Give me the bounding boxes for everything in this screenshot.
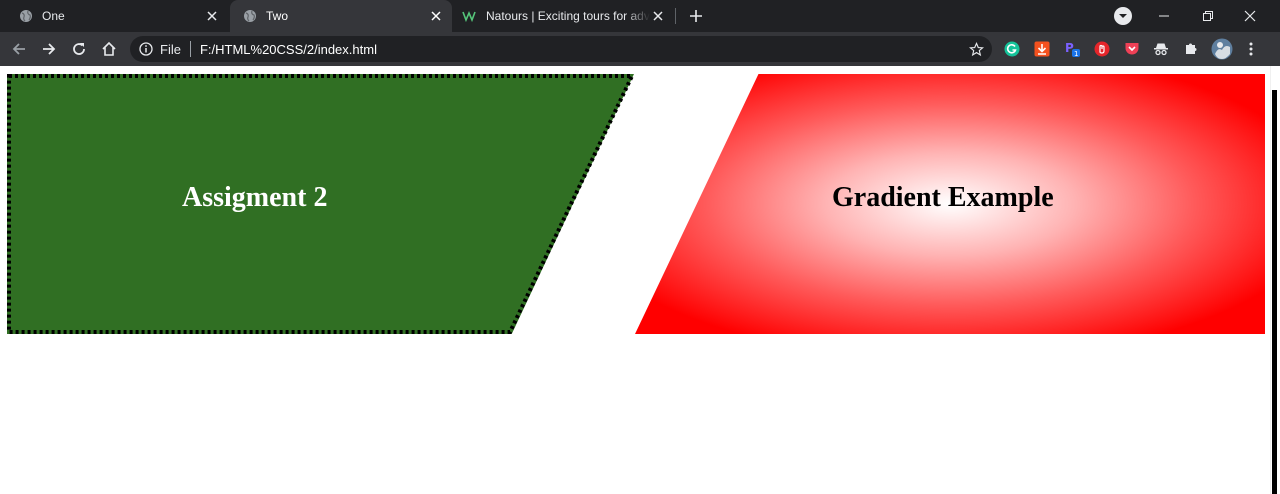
- vertical-scrollbar[interactable]: [1270, 66, 1280, 494]
- new-tab-button[interactable]: [686, 6, 706, 26]
- profile-avatar[interactable]: [1211, 38, 1233, 60]
- tab-search-button[interactable]: [1114, 7, 1132, 25]
- tab-separator: [675, 8, 676, 24]
- close-icon[interactable]: [650, 8, 666, 24]
- home-button[interactable]: [97, 37, 121, 61]
- tab-natours[interactable]: Natours | Exciting tours for adven: [454, 0, 674, 32]
- incognito-icon[interactable]: [1152, 40, 1170, 58]
- download-icon[interactable]: [1033, 40, 1051, 58]
- globe-icon: [242, 8, 258, 24]
- forward-button[interactable]: [37, 37, 61, 61]
- star-icon[interactable]: [968, 41, 984, 57]
- reload-icon: [73, 43, 85, 55]
- more-vert-icon: [1249, 42, 1253, 56]
- globe-icon: [18, 8, 34, 24]
- close-icon[interactable]: [204, 8, 220, 24]
- address-bar[interactable]: File F:/HTML%20CSS/2/index.html: [130, 36, 992, 62]
- tab-strip: One Two Natours | Exciting tours for adv…: [0, 0, 1280, 32]
- restore-button[interactable]: [1186, 0, 1230, 32]
- tab-title: Natours | Exciting tours for adven: [486, 9, 650, 23]
- browser-toolbar: File F:/HTML%20CSS/2/index.html P1: [0, 32, 1280, 66]
- close-icon[interactable]: [428, 8, 444, 24]
- scrollbar-thumb[interactable]: [1272, 90, 1277, 494]
- menu-button[interactable]: [1242, 40, 1260, 58]
- arrow-right-icon: [43, 43, 56, 55]
- address-divider: [189, 41, 191, 57]
- page-viewport: Assigment 2 Gradient Example: [0, 66, 1270, 494]
- info-icon[interactable]: [139, 42, 153, 56]
- back-button[interactable]: [7, 37, 31, 61]
- natours-logo-icon: [462, 8, 478, 24]
- p-extension-icon[interactable]: P1: [1063, 40, 1081, 58]
- shield-icon[interactable]: [1093, 40, 1111, 58]
- tab-title: One: [42, 9, 65, 23]
- restore-icon: [1203, 11, 1213, 21]
- pocket-icon[interactable]: [1123, 40, 1141, 58]
- gradient-heading: Gradient Example: [832, 182, 1054, 213]
- tab-one[interactable]: One: [0, 0, 228, 32]
- chevron-down-icon: [1119, 14, 1127, 18]
- puzzle-icon[interactable]: [1182, 40, 1200, 58]
- svg-text:1: 1: [1074, 50, 1078, 58]
- minimize-icon: [1159, 15, 1169, 17]
- minimize-button[interactable]: [1142, 0, 1186, 32]
- grammarly-icon[interactable]: [1003, 40, 1021, 58]
- tab-two[interactable]: Two: [230, 0, 452, 32]
- scheme-label: File: [160, 41, 181, 57]
- url-text[interactable]: F:/HTML%20CSS/2/index.html: [200, 42, 377, 57]
- assignment-heading: Assigment 2: [182, 182, 328, 213]
- close-icon: [1244, 10, 1256, 22]
- tab-title: Two: [266, 9, 289, 23]
- close-window-button[interactable]: [1228, 0, 1272, 32]
- reload-button[interactable]: [67, 37, 91, 61]
- plus-icon: [690, 10, 702, 22]
- home-icon: [102, 41, 116, 56]
- arrow-left-icon: [12, 43, 25, 55]
